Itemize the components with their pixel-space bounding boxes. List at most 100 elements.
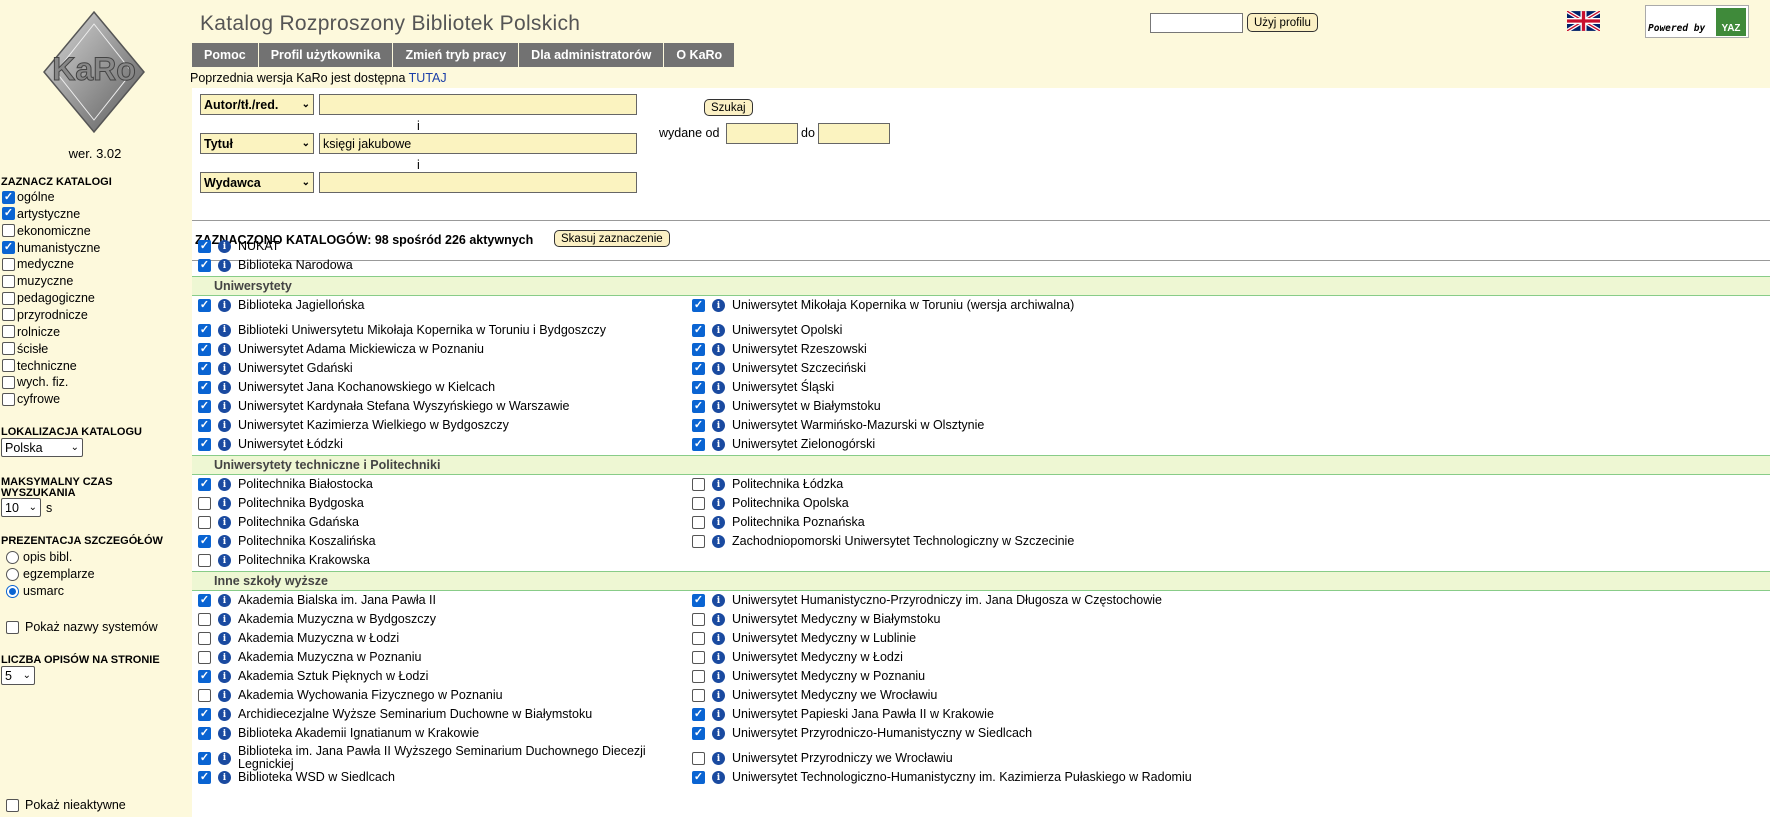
catalog-checkbox[interactable]: [692, 381, 705, 394]
info-icon[interactable]: i: [218, 323, 231, 337]
info-icon[interactable]: i: [712, 516, 725, 529]
details-radio[interactable]: [6, 550, 19, 564]
catalog-item[interactable]: i Uniwersytet Kazimierza Wielkiego w Bydg…: [198, 416, 509, 435]
catalog-item[interactable]: i Biblioteka Akademii Ignatianum w Krakow…: [198, 724, 479, 743]
catalog-type-scisle[interactable]: ścisłe: [1, 340, 48, 358]
catalog-type-przyrodnicze[interactable]: przyrodnicze: [1, 306, 88, 324]
catalog-item[interactable]: i Biblioteka Jagiellońska: [198, 296, 364, 315]
catalog-item[interactable]: i Politechnika Gdańska: [198, 513, 359, 532]
year-from-input[interactable]: [726, 123, 798, 144]
info-icon[interactable]: i: [712, 752, 725, 765]
catalog-item[interactable]: i Uniwersytet Medyczny w Poznaniu: [692, 667, 925, 686]
catalog-item[interactable]: i Zachodniopomorski Uniwersytet Technolog…: [692, 532, 1074, 551]
info-icon[interactable]: i: [712, 613, 725, 626]
info-icon[interactable]: i: [218, 299, 231, 312]
catalog-type-checkbox[interactable]: [2, 342, 15, 356]
catalog-type-checkbox[interactable]: [2, 207, 15, 221]
catalog-type-cyfrowe[interactable]: cyfrowe: [1, 390, 60, 408]
catalog-item[interactable]: i Uniwersytet Warmińsko-Mazurski w Olszty…: [692, 416, 984, 435]
catalog-item[interactable]: i Uniwersytet Zielonogórski: [692, 435, 875, 454]
catalog-checkbox[interactable]: [692, 727, 705, 740]
info-icon[interactable]: i: [712, 708, 725, 721]
info-icon[interactable]: i: [712, 438, 725, 451]
catalog-type-pedagogiczne[interactable]: pedagogiczne: [1, 289, 95, 307]
catalog-item[interactable]: i Uniwersytet Medyczny w Lublinie: [692, 629, 916, 648]
show-inactive-checkbox[interactable]: [6, 798, 19, 812]
catalog-item[interactable]: i Uniwersytet Mikołaja Kopernika w Toruni…: [692, 296, 1074, 315]
location-select[interactable]: Polska ⌄: [1, 438, 83, 457]
catalog-checkbox[interactable]: [198, 419, 211, 432]
show-systems-row[interactable]: Pokaż nazwy systemów: [1, 618, 158, 636]
info-icon[interactable]: i: [218, 240, 231, 253]
search-field-input[interactable]: księgi jakubowe: [319, 133, 637, 154]
catalog-checkbox[interactable]: [692, 400, 705, 413]
catalog-checkbox[interactable]: [198, 381, 211, 394]
info-icon[interactable]: i: [712, 362, 725, 375]
info-icon[interactable]: i: [712, 594, 725, 607]
catalog-checkbox[interactable]: [692, 324, 705, 337]
catalog-item[interactable]: i Archidiecezjalne Wyższe Seminarium Duch…: [198, 705, 592, 724]
catalog-checkbox[interactable]: [198, 516, 211, 529]
nav-item-zmien-tryb-pracy[interactable]: Zmień tryb pracy: [393, 43, 520, 67]
profile-input[interactable]: [1150, 13, 1243, 33]
catalog-item[interactable]: i Politechnika Bydgoska: [198, 494, 364, 513]
catalog-checkbox[interactable]: [198, 613, 211, 626]
info-icon[interactable]: i: [712, 343, 725, 356]
catalog-item[interactable]: i Politechnika Poznańska: [692, 513, 865, 532]
show-inactive-row[interactable]: Pokaż nieaktywne: [1, 796, 126, 814]
catalog-item[interactable]: i Politechnika Białostocka: [198, 475, 373, 494]
catalog-checkbox[interactable]: [198, 632, 211, 645]
notice-link[interactable]: TUTAJ: [409, 71, 447, 85]
info-icon[interactable]: i: [218, 478, 231, 491]
catalog-checkbox[interactable]: [198, 497, 211, 510]
catalog-item[interactable]: i Politechnika Opolska: [692, 494, 849, 513]
catalog-checkbox[interactable]: [198, 670, 211, 683]
catalog-type-artystyczne[interactable]: artystyczne: [1, 205, 80, 223]
info-icon[interactable]: i: [218, 689, 231, 702]
catalog-item[interactable]: i Politechnika Krakowska: [198, 551, 370, 570]
search-field-type-select[interactable]: Tytuł ⌄: [200, 133, 314, 154]
catalog-checkbox[interactable]: [198, 299, 211, 312]
catalog-checkbox[interactable]: [692, 299, 705, 312]
catalog-type-ogolne[interactable]: ogólne: [1, 188, 55, 206]
catalog-type-humanistyczne[interactable]: humanistyczne: [1, 239, 100, 257]
catalog-checkbox[interactable]: [198, 689, 211, 702]
catalog-item[interactable]: i Politechnika Łódzka: [692, 475, 843, 494]
nav-item-dla-administratorow[interactable]: Dla administratorów: [519, 43, 665, 67]
catalog-checkbox[interactable]: [198, 751, 211, 765]
info-icon[interactable]: i: [712, 497, 725, 510]
catalog-type-ekonomiczne[interactable]: ekonomiczne: [1, 222, 91, 240]
catalog-checkbox[interactable]: [692, 632, 705, 645]
catalog-item[interactable]: i Uniwersytet Jana Kochanowskiego w Kielc…: [198, 378, 495, 397]
nav-item-pomoc[interactable]: Pomoc: [192, 43, 259, 67]
info-icon[interactable]: i: [218, 751, 231, 765]
catalog-checkbox[interactable]: [198, 727, 211, 740]
catalog-item[interactable]: i Biblioteka Narodowa: [198, 256, 353, 275]
catalog-type-wych-fiz[interactable]: wych. fiz.: [1, 373, 68, 391]
info-icon[interactable]: i: [218, 771, 231, 784]
catalog-checkbox[interactable]: [198, 771, 211, 784]
catalog-item[interactable]: i Uniwersytet Adama Mickiewicza w Poznani…: [198, 340, 484, 359]
catalog-checkbox[interactable]: [198, 535, 211, 548]
catalog-type-checkbox[interactable]: [2, 224, 15, 238]
catalog-checkbox[interactable]: [692, 708, 705, 721]
nav-item-profil-uzytkownika[interactable]: Profil użytkownika: [258, 43, 394, 67]
karo-logo[interactable]: KaRo: [40, 10, 148, 135]
catalog-item[interactable]: i Uniwersytet Humanistyczno-Przyrodniczy …: [692, 591, 1162, 610]
catalog-item[interactable]: i Uniwersytet w Białymstoku: [692, 397, 881, 416]
info-icon[interactable]: i: [712, 535, 725, 548]
show-systems-checkbox[interactable]: [6, 620, 19, 634]
year-to-input[interactable]: [818, 123, 890, 144]
catalog-checkbox[interactable]: [692, 670, 705, 683]
info-icon[interactable]: i: [712, 324, 725, 337]
catalog-item[interactable]: i Akademia Sztuk Pięknych w Łodzi: [198, 667, 428, 686]
catalog-item[interactable]: i Uniwersytet Rzeszowski: [692, 340, 867, 359]
search-field-type-select[interactable]: Wydawca ⌄: [200, 172, 314, 193]
catalog-checkbox[interactable]: [198, 478, 211, 491]
search-field-input[interactable]: [319, 172, 637, 193]
details-option-usmarc[interactable]: usmarc: [0, 582, 64, 600]
catalog-item[interactable]: i Uniwersytet Opolski: [692, 321, 842, 340]
uk-flag-icon[interactable]: [1567, 11, 1600, 31]
catalog-item[interactable]: i NUKAT: [198, 237, 279, 256]
catalog-item[interactable]: i Akademia Bialska im. Jana Pawła II: [198, 591, 436, 610]
